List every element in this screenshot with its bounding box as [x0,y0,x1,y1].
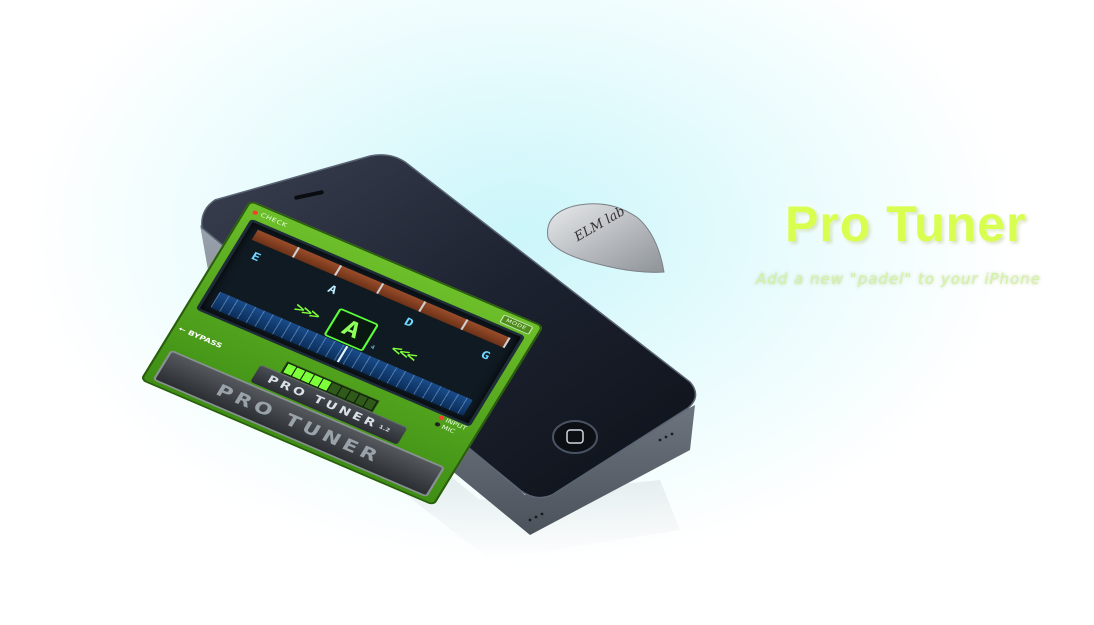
string-g[interactable]: G [478,349,492,363]
promo-title: Pro Tuner [785,196,1027,252]
check-led-icon [251,209,259,216]
string-e[interactable]: E [249,250,263,264]
bypass-button[interactable]: ← BYPASS [177,325,224,350]
input-led-icon [437,415,446,421]
version-label: 1.2 [377,423,392,434]
string-a[interactable]: A [325,283,339,297]
promo-stage: CHECK MODE E A D G >>> A 4 <<< INPUT MIC… [0,0,1094,625]
mic-led-icon [434,421,442,428]
sharp-arrows: <<< [388,340,419,364]
string-d[interactable]: D [401,316,415,330]
flat-arrows: >>> [291,299,323,323]
bypass-label: BYPASS [186,328,224,350]
note-octave: 4 [369,343,377,351]
promo-subtitle: Add a new "padel" to your iPhone [756,270,1041,288]
